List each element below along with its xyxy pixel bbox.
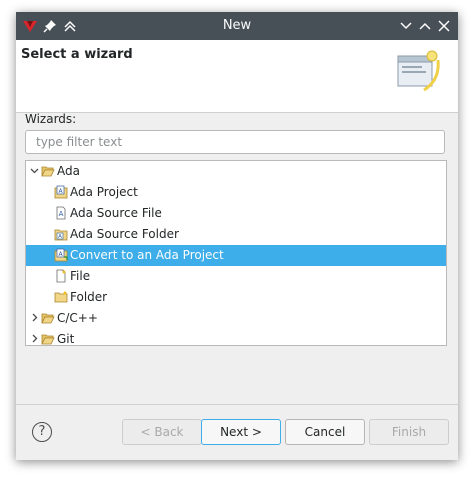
svg-text:A: A [58,234,62,240]
close-icon[interactable] [436,18,452,34]
open-folder-icon [41,166,55,177]
tree-item-label: Git [57,332,75,346]
minimize-icon[interactable] [398,18,414,34]
tree-item-ada-source-folder[interactable]: A Ada Source Folder [26,224,446,245]
tree-item-label: Convert to an Ada Project [70,248,224,262]
tree-item-ada-source-file[interactable]: A Ada Source File [26,203,446,224]
wizard-banner: Select a wizard [16,40,458,113]
back-button[interactable]: < Back [122,419,202,445]
banner-title: Select a wizard [21,47,133,62]
tree-item-cpp[interactable]: C/C++ [26,308,446,329]
maximize-icon[interactable] [417,18,433,34]
finish-button[interactable]: Finish [369,419,449,445]
tree-item-label: Ada Source Folder [70,227,179,241]
tree-item-label: Ada Project [70,185,138,199]
button-bar-divider [16,404,458,405]
tree-item-folder[interactable]: Folder [26,287,446,308]
chevron-right-icon[interactable] [29,312,40,323]
window-title: New [222,18,252,33]
tree-item-convert-to-ada-project[interactable]: A Convert to an Ada Project [26,245,446,266]
new-wizard-dialog: New Select a wizard Wizards: type filter… [16,12,458,460]
help-button[interactable]: ? [32,422,52,442]
tree-item-git[interactable]: Git [26,329,446,346]
convert-project-icon: A [54,248,68,262]
file-icon [56,269,66,283]
next-button[interactable]: Next > [201,419,281,445]
wizard-tree[interactable]: Ada A Ada Project A Ada Source File A Ad… [25,160,447,346]
svg-text:A: A [59,210,64,218]
open-folder-icon [41,313,55,324]
tree-item-label: Folder [70,290,108,304]
chevron-right-icon[interactable] [29,333,40,344]
ada-source-folder-icon: A [54,229,68,241]
cancel-button[interactable]: Cancel [285,419,365,445]
tree-item-ada[interactable]: Ada [26,161,446,182]
wizard-banner-icon [397,50,440,92]
filter-input[interactable] [25,130,445,154]
tree-item-label: File [70,269,91,283]
tree-item-label: Ada [57,164,80,178]
open-folder-icon [41,334,55,345]
tree-item-file[interactable]: File [26,266,446,287]
wizards-label: Wizards: [25,112,77,126]
ada-source-file-icon: A [56,206,66,220]
tree-item-label: C/C++ [57,311,98,325]
tree-item-ada-project[interactable]: A Ada Project [26,182,446,203]
title-bar[interactable]: New [16,12,458,40]
tree-item-label: Ada Source File [70,206,162,220]
ada-project-icon: A [54,185,68,199]
chevron-down-icon[interactable] [29,165,40,176]
folder-icon [54,291,68,303]
